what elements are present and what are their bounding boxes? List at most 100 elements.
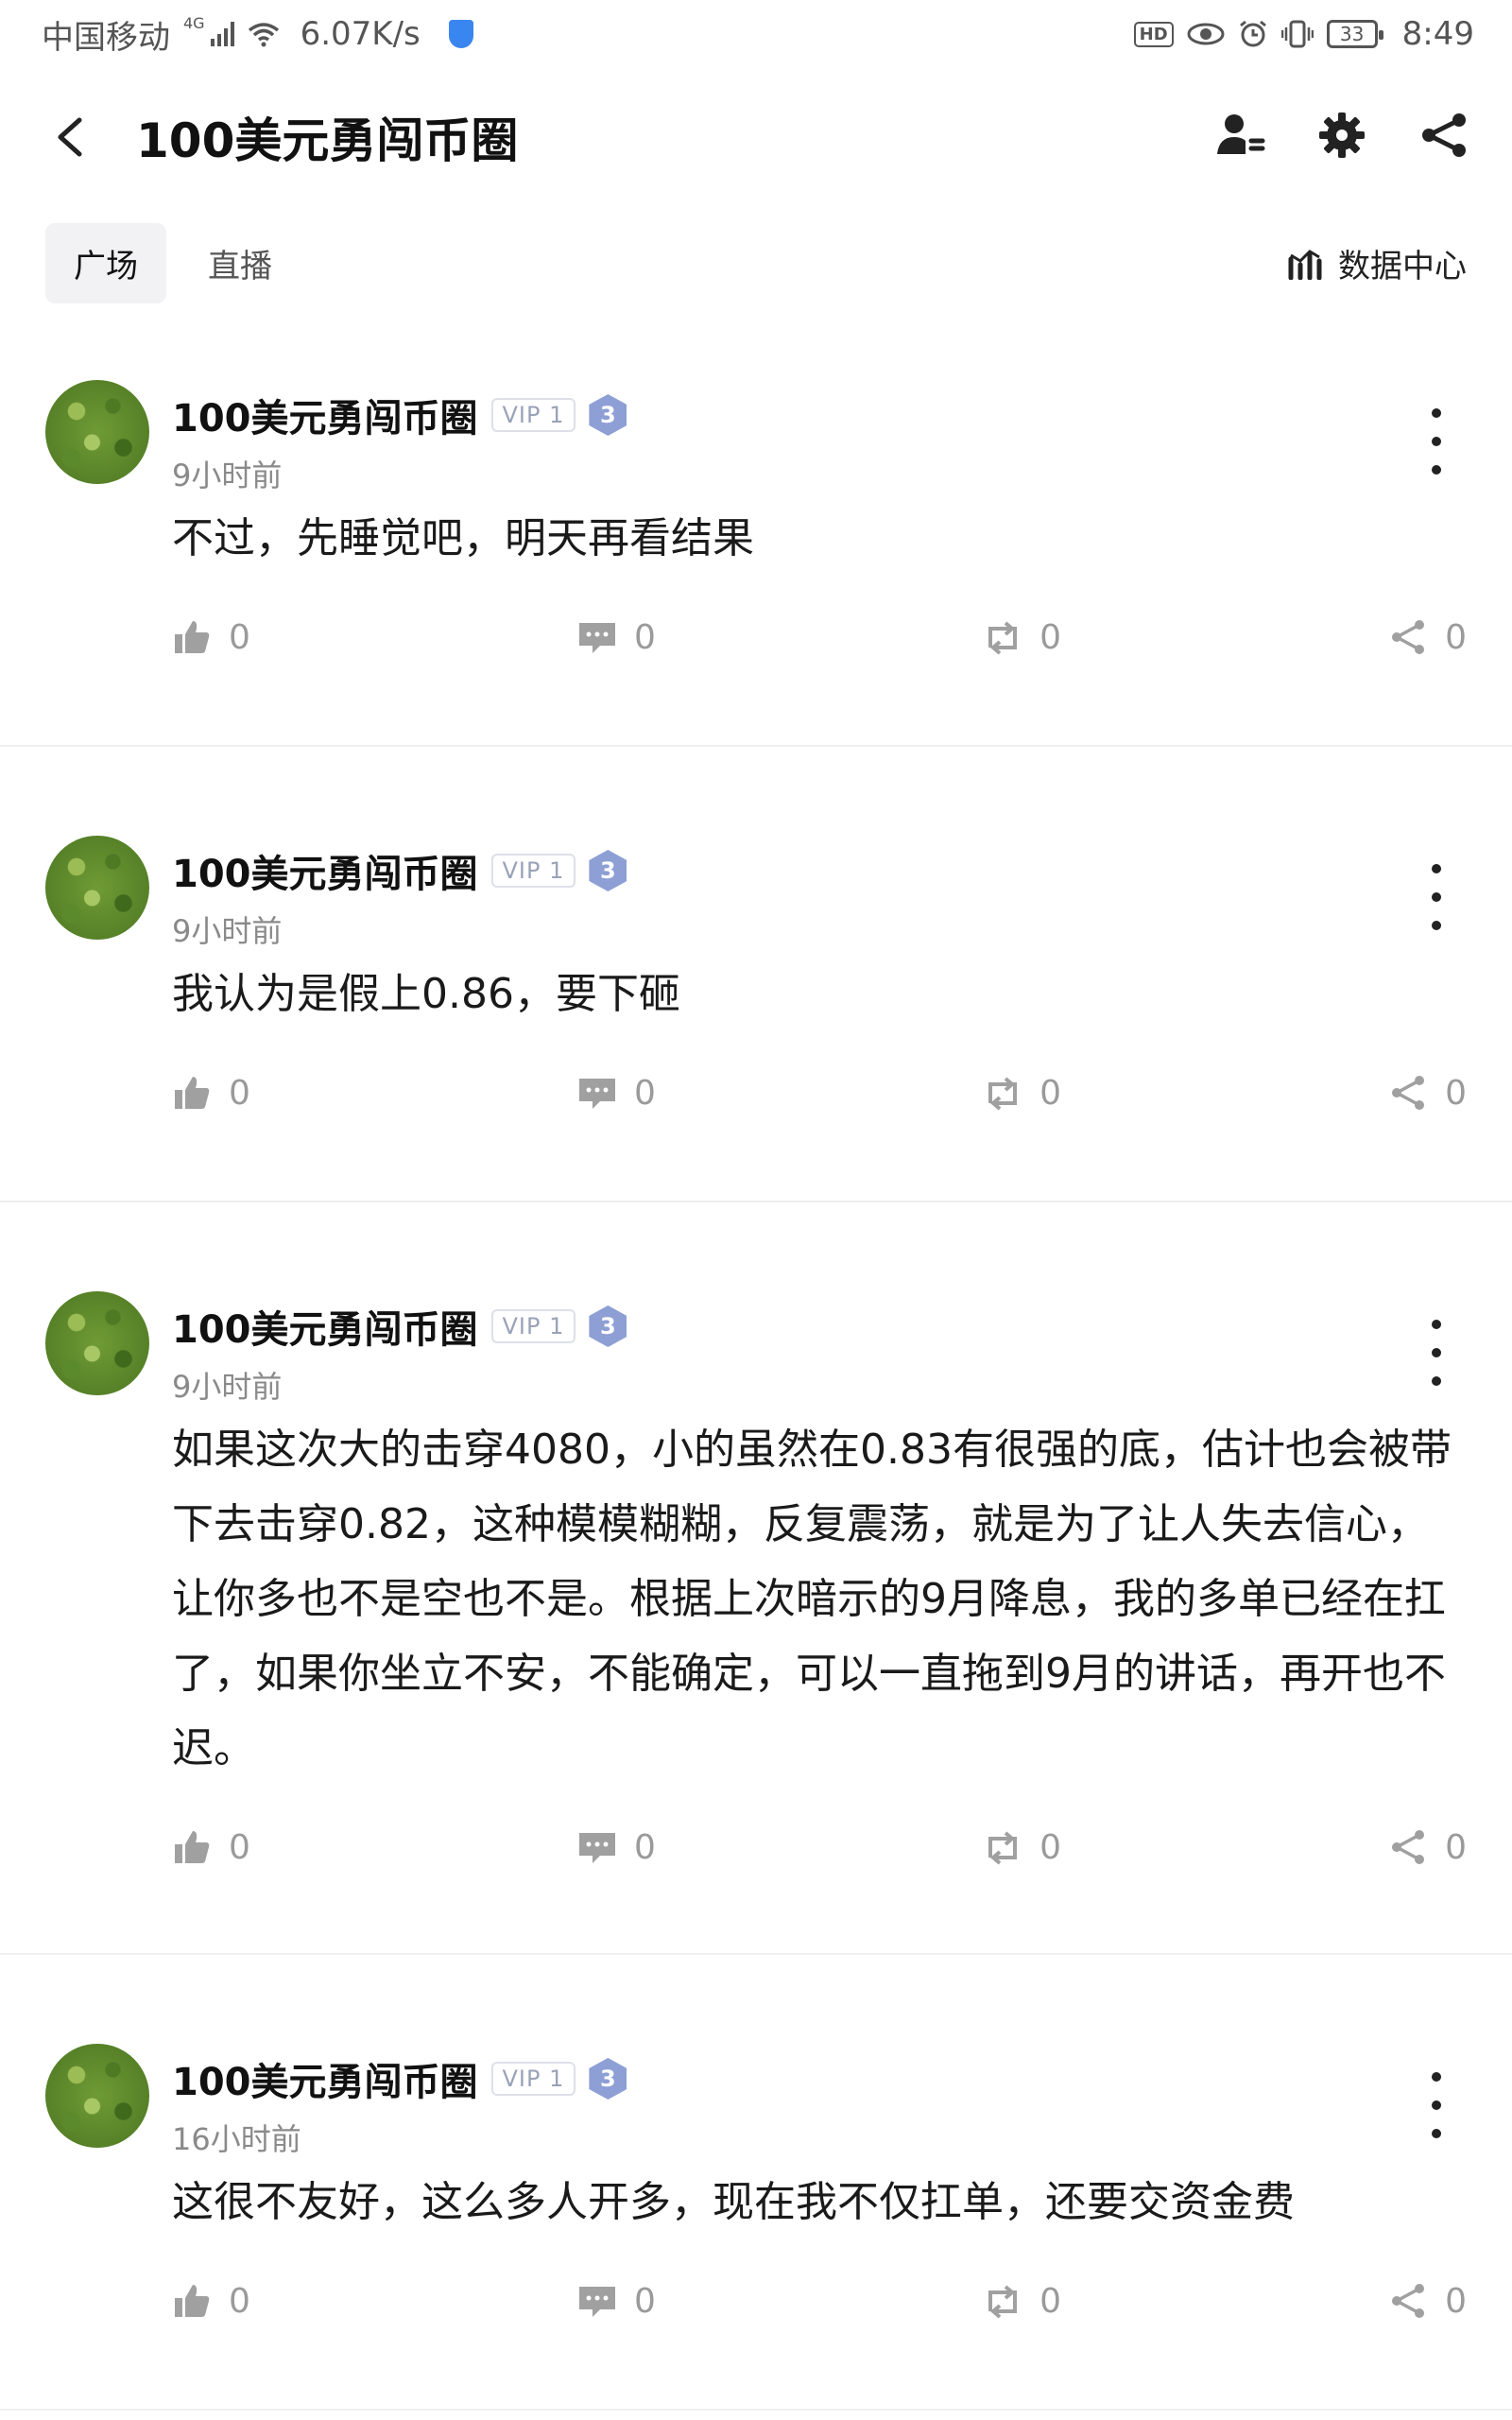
author-name[interactable]: 100美元勇闯币圈: [172, 1299, 478, 1354]
share-page-button[interactable]: [1418, 109, 1470, 165]
status-bar: 中国移动 4G 6.07K/s HD 33 8:49: [0, 0, 1512, 68]
like-button[interactable]: 0: [172, 1073, 250, 1113]
clock: 8:49: [1401, 15, 1474, 53]
network-type: 4G: [183, 13, 205, 32]
share-button[interactable]: 0: [1388, 1827, 1467, 1867]
wifi-icon: [248, 23, 279, 47]
post-card: 100美元勇闯币圈 VIP 1 3 9小时前 如果这次大的击穿4080，小的虽然…: [0, 1202, 1512, 1955]
vip-badge: VIP 1: [490, 398, 576, 432]
post-content: 如果这次大的击穿4080，小的虽然在0.83有很强的底，估计也会被带下去击穿0.…: [172, 1426, 1452, 1772]
top-app-bar: 100美元勇闯币圈: [0, 85, 1512, 189]
post-card: 100美元勇闯币圈 VIP 1 3 9小时前 不过，先睡觉吧，明天再看结果 0 …: [0, 359, 1512, 747]
post-time: 9小时前: [172, 1369, 283, 1405]
vip-badge: VIP 1: [490, 1309, 576, 1343]
share-icon: [1392, 620, 1425, 654]
post-feed: 100美元勇闯币圈 VIP 1 3 9小时前 不过，先睡觉吧，明天再看结果 0 …: [0, 359, 1512, 2411]
vibrate-icon: [1280, 20, 1314, 48]
post-content: 不过，先睡觉吧，明天再看结果: [172, 514, 754, 562]
post-actions: 0 0 0 0: [172, 576, 1467, 699]
repost-button[interactable]: 0: [983, 1827, 1061, 1867]
comment-icon: [579, 1833, 616, 1863]
avatar[interactable]: [45, 1291, 149, 1395]
thumbs-up-icon: [175, 1077, 210, 1109]
tab-live[interactable]: 直播: [180, 223, 301, 303]
share-count: 0: [1445, 1073, 1467, 1113]
comment-count: 0: [634, 1827, 656, 1867]
repost-button[interactable]: 0: [983, 1073, 1061, 1113]
alarm-icon: [1239, 20, 1266, 47]
back-button[interactable]: [42, 109, 98, 165]
signal-icon: [210, 22, 234, 46]
comment-icon: [579, 2287, 616, 2317]
data-center-link[interactable]: 数据中心: [1287, 240, 1467, 286]
share-count: 0: [1445, 2281, 1467, 2321]
repost-button[interactable]: 0: [983, 2281, 1061, 2321]
like-button[interactable]: 0: [172, 2281, 250, 2321]
repost-count: 0: [1040, 617, 1061, 657]
network-speed: 6.07K/s: [300, 15, 421, 53]
settings-button[interactable]: [1315, 109, 1368, 165]
author-name[interactable]: 100美元勇闯币圈: [172, 2051, 478, 2106]
like-button[interactable]: 0: [172, 1827, 250, 1867]
post-actions: 0 0 0 0: [172, 1786, 1467, 1909]
members-icon: [1217, 114, 1265, 154]
hd-icon: HD: [1133, 21, 1174, 47]
more-options-button[interactable]: [1425, 408, 1448, 475]
vip-badge: VIP 1: [490, 2062, 576, 2096]
vip-badge: VIP 1: [490, 854, 576, 888]
post-actions: 0 0 0 0: [172, 2239, 1467, 2362]
comment-icon: [579, 623, 616, 653]
carrier-label: 中国移动: [42, 18, 170, 57]
avatar[interactable]: [45, 380, 149, 484]
comment-button[interactable]: 0: [577, 2281, 656, 2321]
comment-button[interactable]: 0: [577, 617, 656, 657]
post-time: 9小时前: [172, 913, 283, 949]
share-icon: [1392, 2284, 1425, 2318]
like-count: 0: [229, 617, 250, 657]
avatar[interactable]: [45, 836, 149, 940]
comment-button[interactable]: 0: [577, 1827, 656, 1867]
tab-square[interactable]: 广场: [45, 222, 166, 303]
comment-count: 0: [634, 1073, 656, 1113]
post-actions: 0 0 0 0: [172, 1031, 1467, 1154]
like-count: 0: [229, 2281, 250, 2321]
comment-icon: [579, 1079, 616, 1109]
comment-count: 0: [634, 617, 656, 657]
like-button[interactable]: 0: [172, 617, 250, 657]
share-count: 0: [1445, 617, 1467, 657]
post-time: 16小时前: [172, 2121, 301, 2157]
comment-button[interactable]: 0: [577, 1073, 656, 1113]
more-options-button[interactable]: [1425, 864, 1448, 930]
page-title: 100美元勇闯币圈: [136, 113, 519, 168]
share-count: 0: [1445, 1827, 1467, 1867]
share-button[interactable]: 0: [1388, 2281, 1467, 2321]
repost-count: 0: [1040, 1827, 1061, 1867]
avatar[interactable]: [45, 2044, 149, 2148]
share-button[interactable]: 0: [1388, 1073, 1467, 1113]
share-icon: [1392, 1076, 1425, 1110]
data-center-label: 数据中心: [1338, 247, 1467, 285]
tab-bar: 广场 直播 数据中心: [0, 222, 1512, 303]
back-icon: [58, 117, 82, 157]
level-badge: 3: [589, 394, 627, 436]
battery-level: 33: [1339, 23, 1365, 45]
share-button[interactable]: 0: [1388, 617, 1467, 657]
like-count: 0: [229, 1073, 250, 1113]
level-badge: 3: [589, 2058, 627, 2100]
thumbs-up-icon: [175, 1831, 210, 1863]
comment-count: 0: [634, 2281, 656, 2321]
repost-count: 0: [1040, 1073, 1061, 1113]
members-button[interactable]: [1213, 109, 1266, 165]
battery-icon: 33: [1326, 20, 1383, 48]
security-shield-icon: [448, 20, 473, 48]
more-options-button[interactable]: [1425, 1320, 1448, 1386]
author-name[interactable]: 100美元勇闯币圈: [172, 388, 478, 442]
author-name[interactable]: 100美元勇闯币圈: [172, 843, 478, 898]
level-badge: 3: [589, 1305, 627, 1347]
repost-button[interactable]: 0: [983, 617, 1061, 657]
level-badge: 3: [589, 850, 627, 891]
more-options-button[interactable]: [1425, 2072, 1448, 2138]
repost-icon: [988, 2285, 1018, 2319]
chart-icon: [1288, 250, 1322, 280]
repost-icon: [988, 1077, 1018, 1111]
